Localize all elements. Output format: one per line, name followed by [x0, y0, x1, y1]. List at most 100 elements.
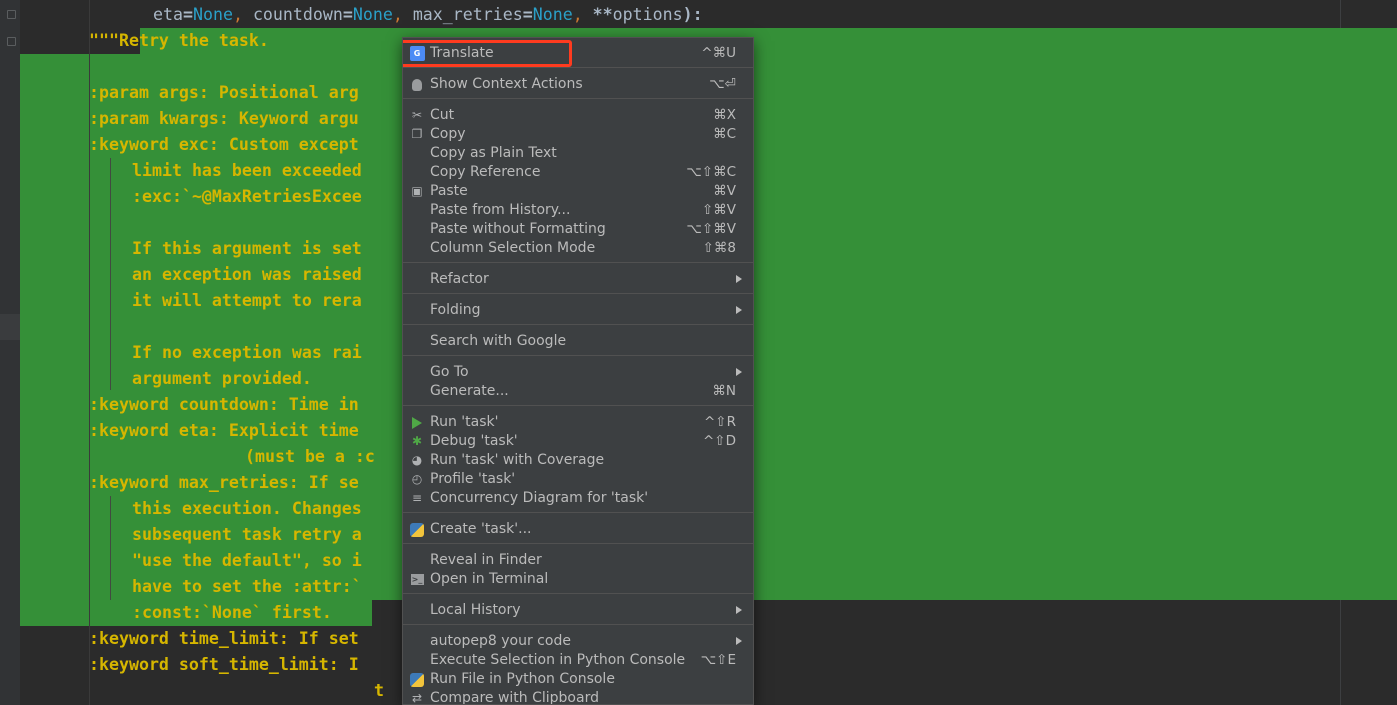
menu-item-shortcut: ⌥⇧E [700, 652, 736, 668]
code-line: :param args: Positional arg [89, 83, 359, 102]
code-line: """Retry the task. [89, 31, 269, 50]
menu-item-search-google[interactable]: Search with Google [403, 332, 753, 351]
menu-item-show-context-actions[interactable]: Show Context Actions ⌥⏎ [403, 75, 753, 94]
code-line: :keyword countdown: Time in [89, 395, 359, 414]
menu-item-label: Column Selection Mode [430, 240, 596, 256]
submenu-arrow-icon [736, 306, 742, 314]
menu-item-shortcut: ^⌘U [701, 45, 736, 61]
submenu-arrow-icon [736, 606, 742, 614]
code-token: countdown [252, 5, 343, 24]
menu-item-shortcut: ⌥⇧⌘C [686, 164, 736, 180]
menu-item-label: Refactor [430, 271, 489, 287]
indent-guide [110, 158, 111, 390]
code-line: it will attempt to rera [132, 291, 362, 310]
menu-item-debug-task[interactable]: ✱ Debug 'task' ^⇧D [403, 432, 753, 451]
menu-item-label: Reveal in Finder [430, 552, 542, 568]
menu-item-compare-clipboard[interactable]: ⇄ Compare with Clipboard [403, 689, 753, 705]
menu-item-local-history[interactable]: Local History [403, 601, 753, 620]
code-line: eta=None, countdown=None, max_retries=No… [153, 2, 703, 28]
python-icon [409, 522, 425, 537]
menu-separator [403, 543, 753, 544]
menu-item-label: Copy [430, 126, 466, 142]
menu-item-shortcut: ⌘C [713, 126, 736, 142]
code-token: = [522, 5, 533, 24]
menu-item-refactor[interactable]: Refactor [403, 270, 753, 289]
menu-item-label: Compare with Clipboard [430, 690, 599, 705]
menu-item-label: Run 'task' [430, 414, 499, 430]
menu-item-label: Run 'task' with Coverage [430, 452, 605, 468]
code-token: options [612, 5, 683, 24]
menu-item-label: Paste from History... [430, 202, 571, 218]
code-token: max_retries [412, 5, 523, 24]
menu-separator [403, 262, 753, 263]
menu-item-paste-history[interactable]: Paste from History... ⇧⌘V [403, 201, 753, 220]
menu-item-generate[interactable]: Generate... ⌘N [403, 382, 753, 401]
menu-item-shortcut: ⇧⌘V [701, 202, 736, 218]
menu-item-paste-without-formatting[interactable]: Paste without Formatting ⌥⇧⌘V [403, 220, 753, 239]
menu-item-label: Go To [430, 364, 469, 380]
menu-item-label: Paste without Formatting [430, 221, 606, 237]
menu-item-go-to[interactable]: Go To [403, 363, 753, 382]
scissors-icon: ✂ [411, 108, 423, 122]
menu-item-column-selection[interactable]: Column Selection Mode ⇧⌘8 [403, 239, 753, 258]
menu-item-cut[interactable]: ✂ Cut ⌘X [403, 106, 753, 125]
submenu-arrow-icon [736, 637, 742, 645]
menu-item-paste[interactable]: ▣ Paste ⌘V [403, 182, 753, 201]
menu-item-label: Paste [430, 183, 468, 199]
menu-item-copy[interactable]: ❐ Copy ⌘C [403, 125, 753, 144]
menu-item-label: Profile 'task' [430, 471, 516, 487]
menu-item-shortcut: ⌥⏎ [709, 76, 736, 92]
profile-icon: ◴ [411, 472, 423, 486]
code-token: , [572, 5, 593, 24]
code-token: , [392, 5, 413, 24]
code-token: ** [592, 5, 613, 24]
menu-separator [403, 512, 753, 513]
menu-item-copy-plain-text[interactable]: Copy as Plain Text [403, 144, 753, 163]
highlight-annotation-box [403, 40, 572, 67]
lightbulb-icon [409, 77, 425, 92]
context-menu[interactable]: G Translate ^⌘U Show Context Actions ⌥⏎ ✂ Cut ⌘… [402, 37, 754, 705]
menu-item-label: Copy Reference [430, 164, 541, 180]
code-token: = [182, 5, 193, 24]
menu-item-translate[interactable]: G Translate ^⌘U [403, 40, 753, 67]
menu-separator [403, 624, 753, 625]
menu-item-label: Copy as Plain Text [430, 145, 557, 161]
copy-icon: ❐ [411, 127, 423, 141]
code-line: argument provided. [132, 369, 312, 388]
concurrency-icon: ≡ [411, 491, 423, 505]
fold-marker-icon[interactable] [7, 10, 16, 19]
fold-marker-icon[interactable] [7, 37, 16, 46]
caret-line-marker [0, 314, 20, 340]
code-token: None [352, 5, 393, 24]
menu-item-folding[interactable]: Folding [403, 301, 753, 320]
menu-item-run-file-console[interactable]: Run File in Python Console [403, 670, 753, 689]
code-line: If no exception was rai [132, 343, 362, 362]
menu-item-open-terminal[interactable]: >_ Open in Terminal [403, 570, 753, 589]
code-token: ): [682, 5, 703, 24]
code-token: None [532, 5, 573, 24]
coverage-icon: ◕ [411, 453, 423, 467]
menu-item-create-task[interactable]: Create 'task'... [403, 520, 753, 539]
menu-separator [403, 293, 753, 294]
menu-item-concurrency-diagram[interactable]: ≡ Concurrency Diagram for 'task' [403, 489, 753, 508]
menu-item-reveal-finder[interactable]: Reveal in Finder [403, 551, 753, 570]
menu-item-run-task[interactable]: Run 'task' ^⇧R [403, 413, 753, 432]
code-line: limit has been exceeded [132, 161, 362, 180]
menu-item-profile-task[interactable]: ◴ Profile 'task' [403, 470, 753, 489]
code-line: t [374, 681, 384, 700]
editor-gutter[interactable] [0, 0, 20, 705]
submenu-arrow-icon [736, 275, 742, 283]
menu-item-execute-selection[interactable]: Execute Selection in Python Console ⌥⇧E [403, 651, 753, 670]
code-line: :keyword eta: Explicit time [89, 421, 359, 440]
menu-item-copy-reference[interactable]: Copy Reference ⌥⇧⌘C [403, 163, 753, 182]
menu-item-shortcut: ⌘X [713, 107, 736, 123]
code-token: eta [153, 5, 183, 24]
menu-item-run-coverage[interactable]: ◕ Run 'task' with Coverage [403, 451, 753, 470]
menu-item-label: Local History [430, 602, 521, 618]
menu-item-shortcut: ^⇧R [703, 414, 736, 430]
menu-item-autopep8[interactable]: autopep8 your code [403, 632, 753, 651]
terminal-icon: >_ [410, 574, 424, 585]
menu-item-shortcut: ⇧⌘8 [702, 240, 736, 256]
run-icon [409, 415, 425, 430]
menu-item-label: Create 'task'... [430, 521, 532, 537]
